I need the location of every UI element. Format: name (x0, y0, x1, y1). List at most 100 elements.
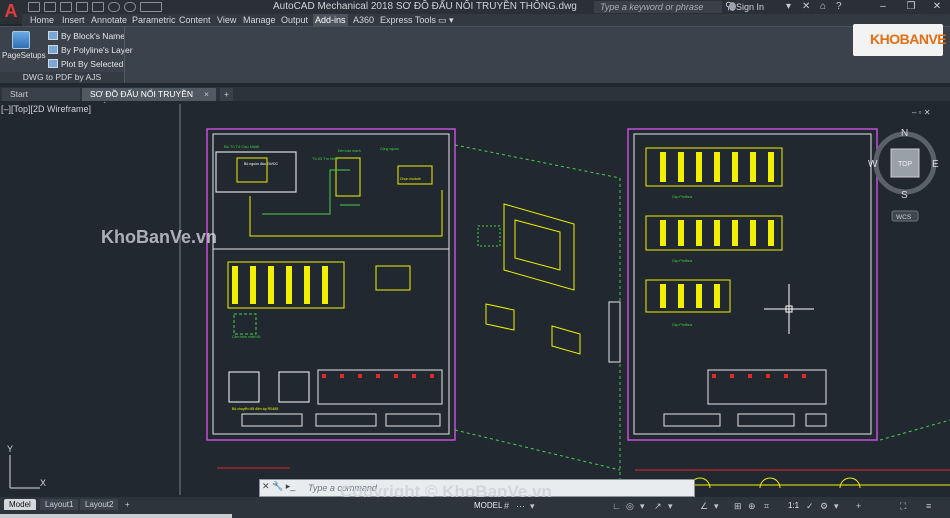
page-setup-icon (12, 31, 30, 49)
by-polyline-layer-label: By Polyline's Layer (61, 45, 133, 55)
search-input[interactable]: Type a keyword or phrase (594, 1, 722, 13)
vertical-slot (608, 301, 621, 363)
skewed-panel-inner (514, 219, 561, 271)
sheet1-label-1: Bộ Tủ Tủ Cầu Nhiệt (224, 144, 260, 149)
horizontal-scrollbar[interactable] (0, 514, 232, 518)
save-icon[interactable] (60, 2, 72, 12)
drawing-tab[interactable]: SƠ ĐỒ ĐẤU NỐI TRUYỀN THÔNG* (82, 88, 216, 112)
grid-icon[interactable]: # (504, 501, 509, 511)
sheet1-label-3: Bộ nguồn đầu 24VDC (244, 162, 279, 166)
pagesetups-label: PageSetups (2, 51, 46, 60)
khobanve-logo-text: KHOBANVE (870, 31, 947, 47)
print-icon[interactable] (92, 2, 104, 12)
sheet1-label-8: Bộ chuyển đổi điện áp RS485 (232, 407, 278, 411)
isodraft-dropdown-icon[interactable]: ▾ (668, 501, 673, 512)
layout-tab-layout2[interactable]: Layout2 (80, 499, 119, 510)
help-icon[interactable]: ? (836, 1, 842, 12)
close-button[interactable]: ✕ (924, 0, 950, 14)
connect-icon[interactable]: ⌂ (820, 1, 826, 12)
osnap-icon[interactable]: ∠ (700, 501, 708, 512)
tab-add-ins[interactable]: Add-ins (313, 14, 348, 26)
sheet2-label-2: Cáp Profibus (672, 259, 692, 263)
redo-icon[interactable] (124, 2, 136, 12)
sheet2-bottom-terminal-a (663, 413, 721, 427)
workspace-gear-icon[interactable]: ⚙ (820, 501, 828, 512)
layout-tab-model[interactable]: Model (4, 499, 36, 510)
skew-connector-a (477, 225, 501, 247)
sign-in-button[interactable]: Sign In (736, 2, 764, 12)
window-title: AutoCAD Mechanical 2018 SƠ ĐỒ ĐẤU NỐI TR… (273, 1, 577, 12)
model-space-button[interactable]: MODEL (474, 501, 502, 510)
annotation-visibility-icon[interactable]: ✓ (806, 501, 814, 512)
new-file-icon[interactable] (28, 2, 40, 12)
save-as-icon[interactable] (76, 2, 88, 12)
tab-parametric[interactable]: Parametric (130, 14, 178, 26)
pagesetups-button[interactable]: PageSetups (2, 29, 46, 67)
snap-icon[interactable]: ⋯ (516, 501, 525, 512)
ortho-icon[interactable]: ∟ (612, 501, 621, 511)
ucs-y-label: Y (7, 444, 13, 454)
snap-dropdown-icon[interactable]: ▾ (530, 501, 535, 512)
tab-home[interactable]: Home (28, 14, 56, 26)
workspace-dropdown-icon[interactable]: ▾ (834, 501, 839, 512)
tab-insert[interactable]: Insert (60, 14, 87, 26)
customize-menu-icon[interactable]: ≡ (926, 501, 931, 511)
tab-annotate[interactable]: Annotate (89, 14, 129, 26)
polyline-icon (48, 45, 58, 54)
isodraft-icon[interactable]: ↗ (654, 501, 662, 512)
transparency-icon[interactable]: ⊕ (748, 501, 756, 512)
document-tab-bar: Start SƠ ĐỒ ĐẤU NỐI TRUYỀN THÔNG* × + (0, 87, 950, 112)
watermark-text: KhoBanVe.vn (101, 227, 218, 247)
polar-icon[interactable]: ◎ (626, 501, 634, 512)
sheet2-label-3: Cáp Profibus (672, 323, 692, 327)
viewcube-top-label: TOP (898, 161, 913, 168)
bottom-cable-arcs (689, 477, 861, 489)
sheet2-bottom-terminal-c (805, 413, 827, 427)
undo-icon[interactable] (108, 2, 120, 12)
lineweight-icon[interactable]: ⊞ (734, 501, 742, 512)
minimize-button[interactable]: – (870, 0, 896, 14)
tab-output[interactable]: Output (279, 14, 310, 26)
sheet2-rack-terminals (660, 152, 774, 308)
polar-dropdown-icon[interactable]: ▾ (640, 501, 645, 512)
command-line-buttons[interactable]: ✕ 🔧 ▸_ (262, 481, 295, 492)
start-tab[interactable]: Start (2, 88, 80, 101)
by-block-name-button[interactable]: By Block's Name (48, 30, 125, 43)
tab-manage[interactable]: Manage (241, 14, 278, 26)
bottom-green-dashed (879, 419, 950, 441)
block-icon (48, 31, 58, 40)
skew-device-a (485, 303, 515, 331)
close-tab-icon[interactable]: × (204, 88, 209, 101)
sheet1-connector (233, 313, 257, 335)
sheet1-bottom-terminal-a (241, 413, 303, 427)
ribbon-display-toggle[interactable]: ▭ ▾ (436, 14, 456, 26)
skew-device-b (551, 325, 581, 355)
user-icon (729, 2, 736, 11)
osnap-dropdown-icon[interactable]: ▾ (714, 501, 719, 512)
add-layout-button[interactable]: + (120, 499, 135, 510)
plot-by-selected-button[interactable]: Plot By Selected (48, 58, 123, 71)
application-menu-button[interactable]: A (0, 0, 22, 24)
tab-content[interactable]: Content (177, 14, 213, 26)
open-file-icon[interactable] (44, 2, 56, 12)
tab-express-tools[interactable]: Express Tools (378, 14, 438, 26)
tab-view[interactable]: View (215, 14, 238, 26)
tab-a360[interactable]: A360 (351, 14, 376, 26)
selection-cycling-icon[interactable]: ⌗ (764, 501, 769, 512)
by-block-name-label: By Block's Name (61, 31, 125, 41)
panel-title[interactable]: DWG to PDF by AJS (0, 72, 124, 83)
annotation-scale[interactable]: 1:1 (788, 501, 799, 510)
workspace-dropdown[interactable] (140, 2, 162, 12)
fullscreen-icon[interactable]: ⛶ (900, 501, 906, 512)
sheet2-bottom-terminal-b (737, 413, 795, 427)
new-tab-button[interactable]: + (220, 88, 233, 101)
chevron-down-icon[interactable]: ▾ (786, 1, 791, 12)
by-polyline-layer-button[interactable]: By Polyline's Layer (48, 44, 133, 57)
maximize-button[interactable]: ❐ (898, 0, 924, 14)
sheet1-io-terminals (232, 266, 328, 304)
exchange-icon[interactable]: ✕ (802, 1, 810, 12)
sheet2-label-1: Cáp Profibus (672, 195, 692, 199)
layout-tab-layout1[interactable]: Layout1 (40, 499, 79, 510)
panel-divider (124, 27, 125, 83)
annotation-monitor-icon[interactable]: + (856, 501, 861, 511)
